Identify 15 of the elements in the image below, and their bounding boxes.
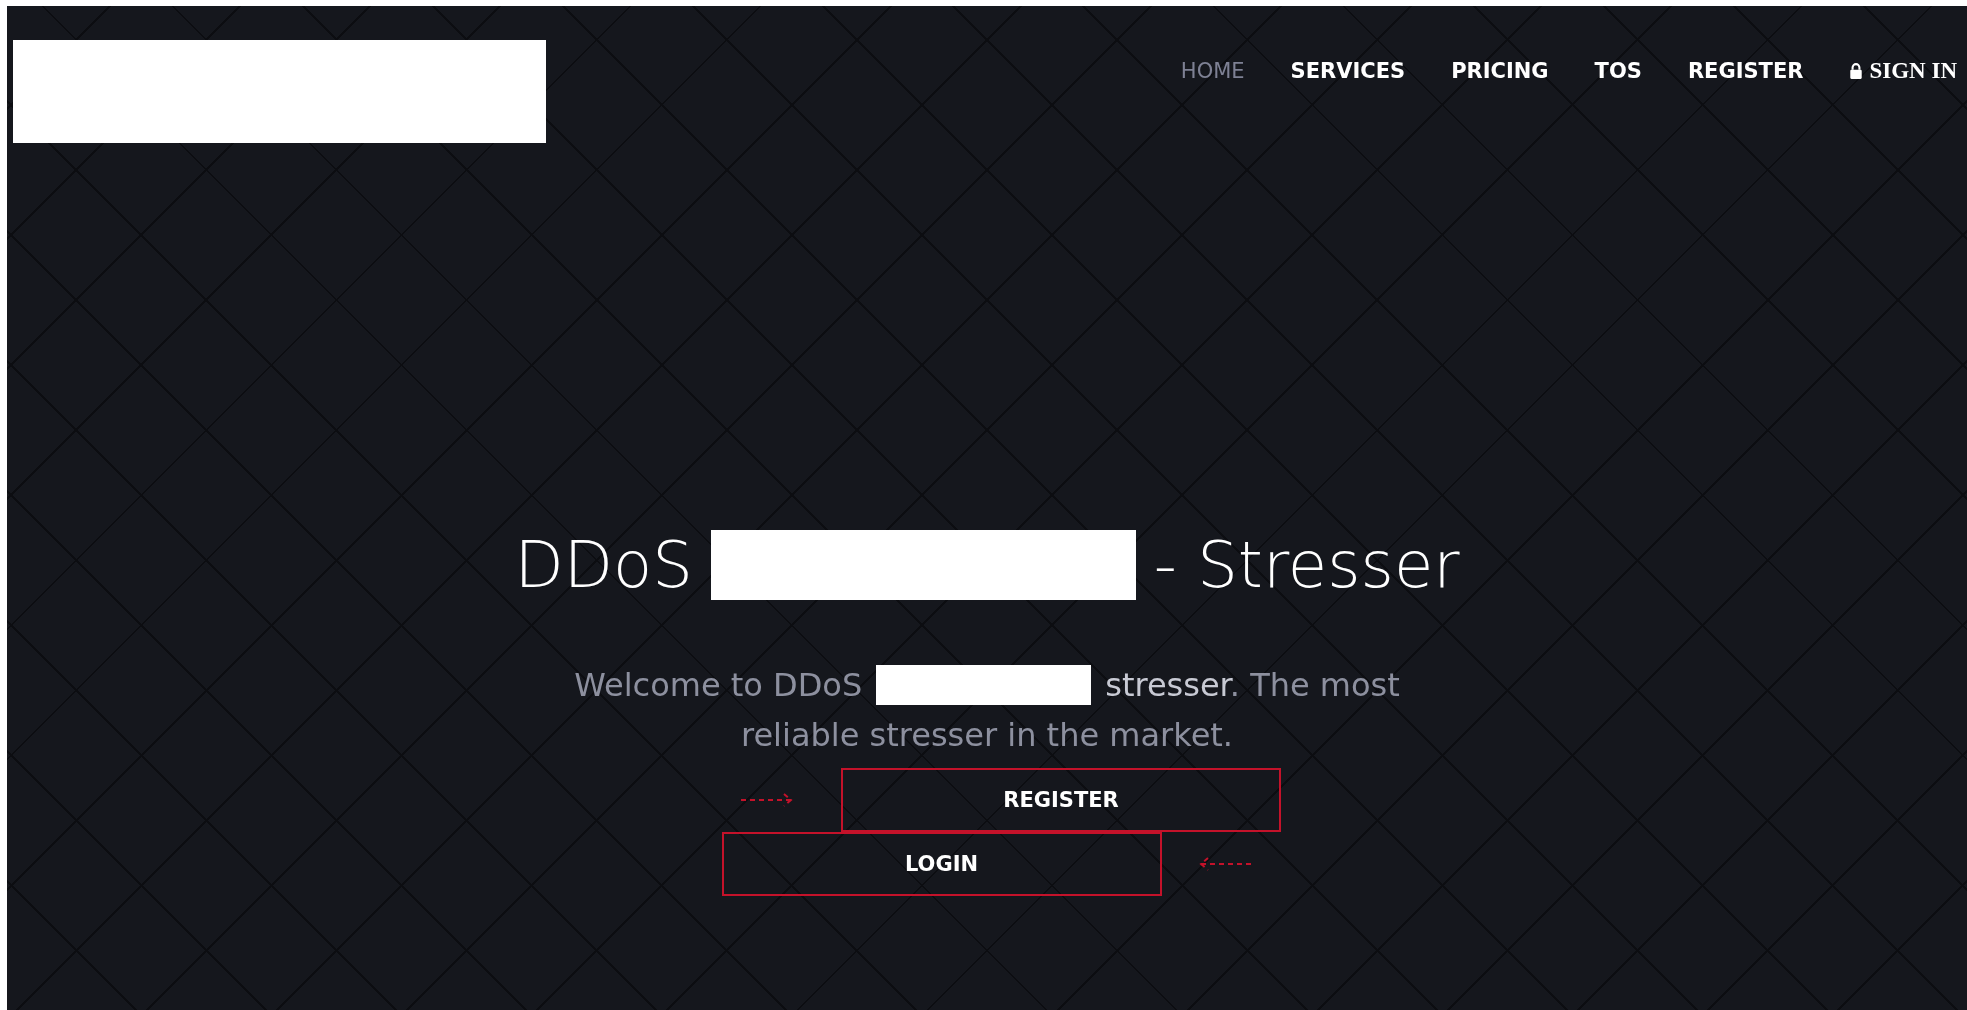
welcome-text: Welcome to DDoS: [574, 666, 863, 704]
nav-link[interactable]: HOME: [1180, 58, 1245, 84]
nav-link[interactable]: SIGN IN: [1849, 58, 1957, 84]
nav-link[interactable]: SERVICES: [1290, 58, 1406, 84]
lock-icon: [1849, 63, 1864, 79]
dashed-arrow-icon: [739, 793, 795, 807]
welcome-text: reliable stresser in the market.: [740, 716, 1234, 754]
login-button[interactable]: LOGIN: [721, 832, 1162, 896]
welcome-text: stresser. The most: [1105, 666, 1400, 704]
register-button[interactable]: REGISTER: [841, 768, 1281, 832]
nav-link[interactable]: REGISTER: [1687, 58, 1804, 84]
nav-link[interactable]: PRICING: [1451, 58, 1549, 84]
nav-link[interactable]: TOS: [1594, 58, 1642, 84]
hero-title: DDoS: [514, 528, 693, 602]
hero-title: - Stresser: [1153, 528, 1460, 602]
